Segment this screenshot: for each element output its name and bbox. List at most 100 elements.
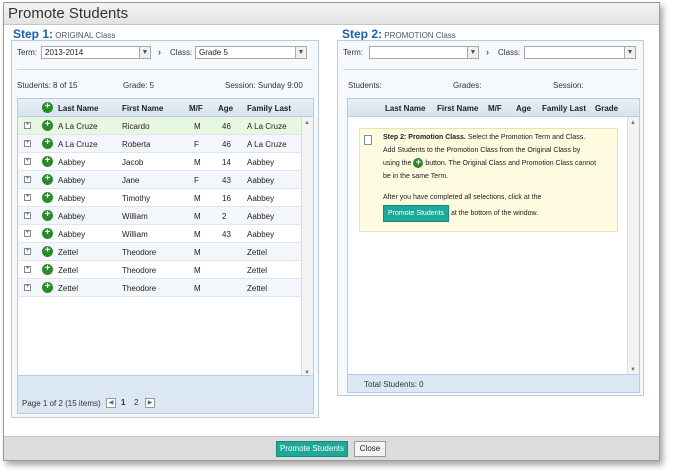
col-first-name[interactable]: First Name	[122, 104, 163, 113]
note-title: Step 2: Promotion Class.	[383, 134, 466, 141]
note-line2: Add Students to the Promotion Class from…	[383, 147, 581, 154]
table-row[interactable]: + + Aabbey Jacob M 14 Aabbey	[18, 153, 301, 171]
col-age[interactable]: Age	[218, 104, 233, 113]
page-2-link[interactable]: 2	[134, 398, 138, 407]
expand-row-icon[interactable]: +	[24, 194, 31, 201]
expand-row-icon[interactable]: +	[24, 176, 31, 183]
add-student-icon[interactable]: +	[42, 228, 53, 239]
col-grade[interactable]: Grade	[595, 104, 618, 113]
chevron-down-icon[interactable]: ▼	[295, 47, 306, 58]
expand-row-icon[interactable]: +	[24, 284, 31, 291]
page-1-link[interactable]: 1	[121, 398, 125, 407]
pager-summary: Page 1 of 2 (15 items)	[22, 399, 101, 408]
add-student-icon[interactable]: +	[42, 120, 53, 131]
table-row[interactable]: + + Aabbey William M 2 Aabbey	[18, 207, 301, 225]
add-all-icon[interactable]: +	[42, 102, 53, 113]
original-students-grid: + Last Name First Name M/F Age Family La…	[17, 98, 314, 414]
col-last-name[interactable]: Last Name	[58, 104, 98, 113]
cell-last-name: Aabbey	[58, 212, 86, 221]
grid-pager: Page 1 of 2 (15 items) ◀ 1 2 ▶	[18, 375, 313, 413]
students-count: Students:	[348, 81, 382, 90]
add-student-icon[interactable]: +	[42, 156, 53, 167]
table-row[interactable]: + + Zettel Theodore M Zettel	[18, 243, 301, 261]
expand-row-icon[interactable]: +	[24, 212, 31, 219]
dialog-titlebar[interactable]: Promote Students	[4, 3, 659, 25]
cell-family-last: Zettel	[247, 266, 268, 275]
chevron-down-icon[interactable]: ▼	[624, 47, 635, 58]
chevron-down-icon[interactable]: ▼	[139, 47, 150, 58]
col-first-name[interactable]: First Name	[437, 104, 478, 113]
cell-last-name: A La Cruze	[58, 140, 98, 149]
promote-students-button[interactable]: Promote Students	[276, 441, 348, 457]
cell-mf: M	[194, 122, 201, 131]
grid-scrollbar[interactable]: ▲ ▼	[627, 117, 639, 376]
cell-first-name: Roberta	[122, 140, 151, 149]
col-mf[interactable]: M/F	[189, 104, 203, 113]
chevron-right-icon: ›	[158, 47, 161, 57]
class-label: Class:	[170, 48, 193, 57]
col-last-name[interactable]: Last Name	[385, 104, 425, 113]
original-class-value: Grade 5	[199, 48, 228, 57]
promotion-class-panel: Term: ▼ › Class: ▼ Students: Grades: Ses…	[337, 40, 644, 396]
table-row[interactable]: + + A La Cruze Roberta F 46 A La Cruze	[18, 135, 301, 153]
note-line3-pre: using the	[383, 160, 412, 167]
col-family-last[interactable]: Family Last	[247, 104, 291, 113]
col-age[interactable]: Age	[516, 104, 531, 113]
add-student-icon[interactable]: +	[42, 282, 53, 293]
expand-row-icon[interactable]: +	[24, 266, 31, 273]
step1-subheading: ORIGINAL Class	[55, 31, 116, 40]
cell-family-last: Aabbey	[247, 212, 275, 221]
scroll-up-icon[interactable]: ▲	[630, 120, 636, 126]
promotion-class-select[interactable]: ▼	[524, 46, 636, 59]
note-line6: at the bottom of the window.	[450, 210, 539, 217]
promotion-term-select[interactable]: ▼	[369, 46, 479, 59]
expand-row-icon[interactable]: +	[24, 230, 31, 237]
table-row[interactable]: + + Zettel Theodore M Zettel	[18, 261, 301, 279]
add-student-icon[interactable]: +	[42, 246, 53, 257]
original-term-value: 2013-2014	[45, 48, 84, 57]
cell-mf: M	[194, 194, 201, 203]
chevron-down-icon[interactable]: ▼	[467, 47, 478, 58]
cell-age: 16	[222, 194, 231, 203]
table-row[interactable]: + + Aabbey William M 43 Aabbey	[18, 225, 301, 243]
next-page-icon[interactable]: ▶	[145, 398, 155, 408]
table-row[interactable]: + + Aabbey Jane F 43 Aabbey	[18, 171, 301, 189]
cell-age: 43	[222, 176, 231, 185]
close-button[interactable]: Close	[354, 441, 386, 457]
add-student-icon[interactable]: +	[42, 192, 53, 203]
cell-family-last: Aabbey	[247, 158, 275, 167]
add-student-icon[interactable]: +	[42, 210, 53, 221]
table-row[interactable]: + + Aabbey Timothy M 16 Aabbey	[18, 189, 301, 207]
cell-mf: M	[194, 248, 201, 257]
cell-first-name: Theodore	[122, 248, 157, 257]
note-line1: Select the Promotion Term and Class.	[467, 134, 586, 141]
expand-row-icon[interactable]: +	[24, 248, 31, 255]
add-student-icon[interactable]: +	[42, 264, 53, 275]
scroll-up-icon[interactable]: ▲	[304, 120, 310, 126]
cell-last-name: Aabbey	[58, 230, 86, 239]
cell-first-name: Ricardo	[122, 122, 150, 131]
original-class-select[interactable]: Grade 5 ▼	[195, 46, 307, 59]
expand-row-icon[interactable]: +	[24, 158, 31, 165]
table-row[interactable]: + + A La Cruze Ricardo M 46 A La Cruze	[18, 117, 301, 135]
dialog-footer: Promote Students Close	[4, 436, 659, 460]
cell-first-name: Theodore	[122, 284, 157, 293]
cell-age: 14	[222, 158, 231, 167]
col-mf[interactable]: M/F	[488, 104, 502, 113]
col-family-last[interactable]: Family Last	[542, 104, 586, 113]
grid-scrollbar[interactable]: ▲ ▼	[301, 117, 313, 379]
expand-row-icon[interactable]: +	[24, 140, 31, 147]
scroll-down-icon[interactable]: ▼	[630, 367, 636, 373]
cell-first-name: Theodore	[122, 266, 157, 275]
promote-students-dialog: Promote Students Step 1: ORIGINAL Class …	[3, 2, 660, 461]
cell-first-name: Jacob	[122, 158, 144, 167]
expand-row-icon[interactable]: +	[24, 122, 31, 129]
term-label: Term:	[343, 48, 363, 57]
add-student-icon[interactable]: +	[42, 174, 53, 185]
original-term-select[interactable]: 2013-2014 ▼	[41, 46, 151, 59]
prev-page-icon[interactable]: ◀	[106, 398, 116, 408]
add-icon: +	[413, 158, 424, 169]
table-row[interactable]: + + Zettel Theodore M Zettel	[18, 279, 301, 297]
cell-age: 46	[222, 140, 231, 149]
add-student-icon[interactable]: +	[42, 138, 53, 149]
